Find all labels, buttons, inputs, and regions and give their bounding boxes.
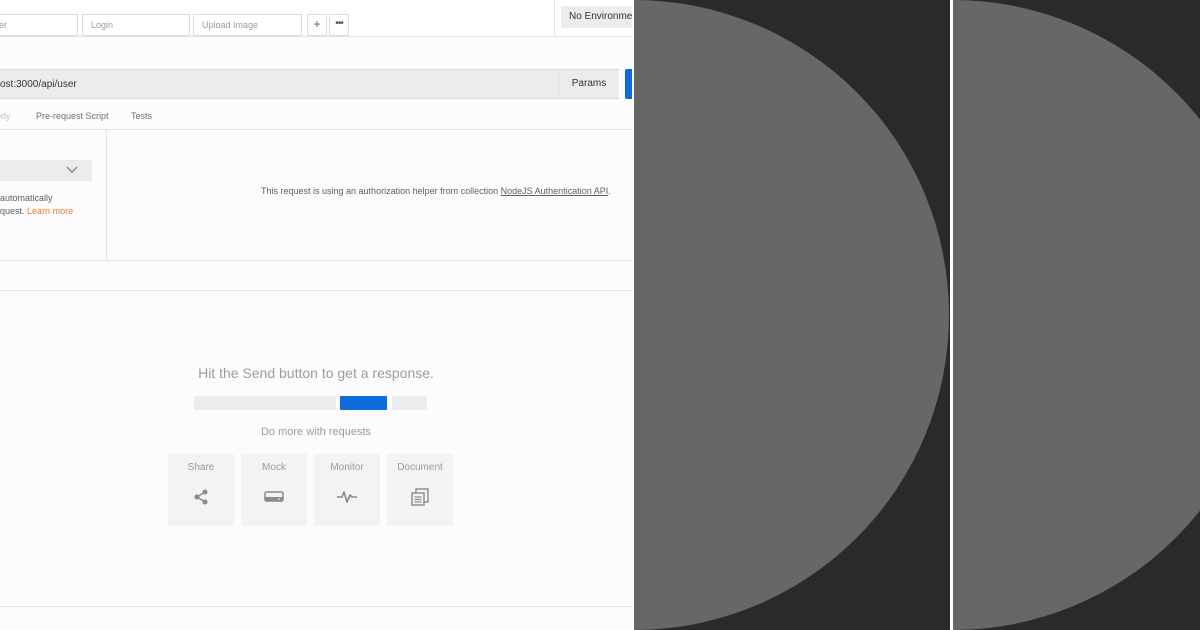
- illustration-bar-right: [392, 396, 427, 410]
- tabbar-divider: [554, 0, 555, 37]
- mock-card[interactable]: Mock: [241, 454, 307, 526]
- response-area: Hit the Send button to get a response. D…: [0, 292, 632, 607]
- api-client-window: er Login Upload Image + ••• No Environme…: [0, 0, 632, 630]
- decorative-half-circle-panel: [634, 0, 950, 630]
- do-more-heading: Do more with requests: [260, 426, 372, 438]
- auth-helper-period: .: [608, 186, 611, 196]
- more-tabs-ellipsis-icon[interactable]: •••: [329, 14, 349, 36]
- monitor-card[interactable]: Monitor: [314, 454, 380, 526]
- send-button[interactable]: [625, 69, 632, 99]
- monitor-pulse-icon: [337, 491, 357, 503]
- auth-helper-message: This request is using an authorization h…: [261, 186, 611, 196]
- mock-label: Mock: [262, 462, 286, 473]
- request-tab-bar: er Login Upload Image + ••• No Environme…: [0, 0, 632, 37]
- auth-description-line2: quest.: [0, 206, 25, 216]
- half-circle-shape: [953, 0, 1200, 630]
- request-url-input[interactable]: ost:3000/api/user: [0, 79, 77, 90]
- response-header-strip: [0, 261, 632, 291]
- request-options-tabs: ody Pre-request Script Tests: [0, 108, 632, 130]
- tab-tests[interactable]: Tests: [131, 111, 152, 121]
- url-bar[interactable]: ost:3000/api/user Params: [0, 69, 619, 99]
- request-tab-login[interactable]: Login: [82, 14, 190, 36]
- document-icon: [411, 488, 429, 506]
- auth-helper-text: This request is using an authorization h…: [261, 186, 499, 196]
- auth-description-line1: automatically: [0, 193, 53, 203]
- params-button[interactable]: Params: [558, 70, 619, 98]
- authorization-panel: automatically quest. Learn more This req…: [0, 130, 632, 261]
- illustration-bar-send: [340, 396, 387, 410]
- new-tab-plus-icon[interactable]: +: [307, 14, 327, 36]
- request-tab[interactable]: er: [0, 14, 78, 36]
- tab-pre-request-script[interactable]: Pre-request Script: [36, 111, 109, 121]
- decorative-half-circle-panel: [953, 0, 1200, 630]
- monitor-label: Monitor: [330, 462, 364, 473]
- footer-divider: [0, 606, 632, 607]
- auth-panel-divider: [106, 130, 107, 261]
- auth-type-select[interactable]: [0, 160, 92, 181]
- document-card[interactable]: Document: [387, 454, 453, 526]
- collection-link[interactable]: NodeJS Authentication API: [501, 186, 609, 196]
- learn-more-link[interactable]: Learn more: [27, 206, 73, 216]
- illustration-bar-left: [194, 396, 336, 410]
- share-icon: [194, 489, 208, 505]
- mock-server-icon: [264, 491, 284, 502]
- environment-selector[interactable]: No Environment: [561, 6, 632, 28]
- request-tab-upload-image[interactable]: Upload Image: [193, 14, 302, 36]
- share-label: Share: [187, 462, 215, 473]
- send-hint-text: Hit the Send button to get a response.: [198, 365, 434, 381]
- share-card[interactable]: Share: [168, 454, 234, 526]
- half-circle-shape: [634, 0, 949, 630]
- tab-body[interactable]: ody: [0, 111, 11, 121]
- document-label: Document: [397, 462, 443, 473]
- auth-description: automatically quest. Learn more: [0, 192, 73, 218]
- chevron-down-icon: [66, 166, 78, 173]
